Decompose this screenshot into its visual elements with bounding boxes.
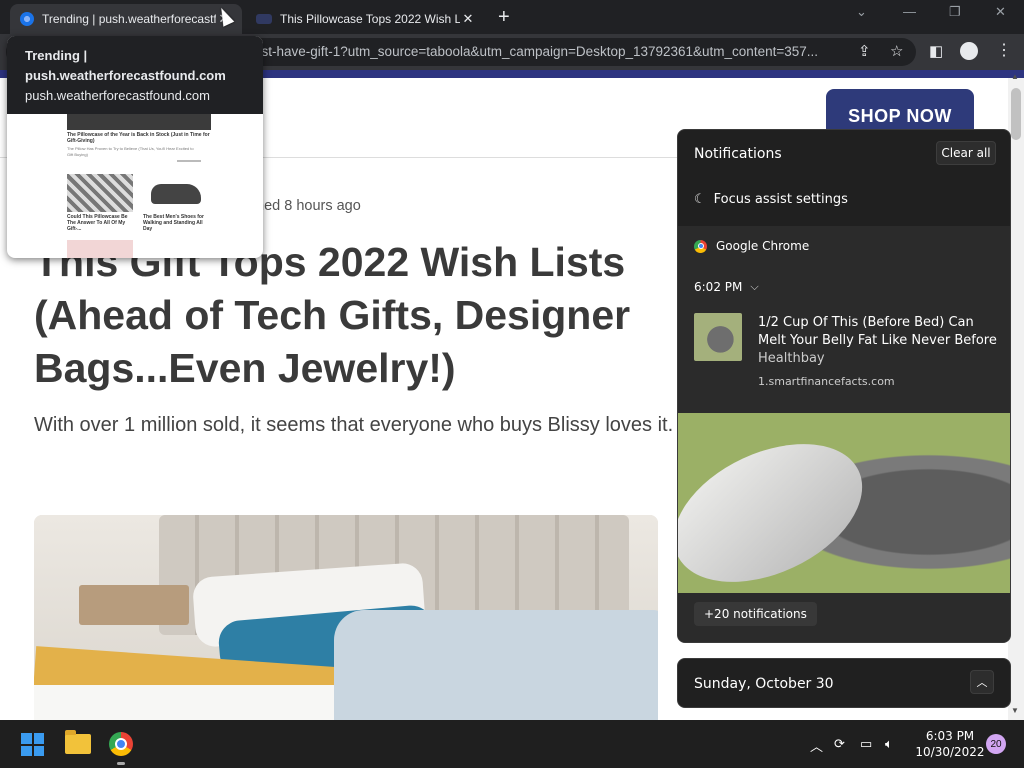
windows-start-icon[interactable] [21, 733, 44, 756]
more-notifications-button[interactable]: +20 notifications [694, 602, 817, 626]
hero-image [34, 515, 658, 720]
chevron-down-icon: ⌵ [750, 280, 759, 293]
window-close-button[interactable]: ✕ [995, 4, 1006, 20]
running-indicator [117, 762, 125, 765]
published-time: hed 8 hours ago [256, 198, 361, 214]
tab-hover-card: Trending | push.weatherforecastfound.com… [7, 36, 263, 258]
display-icon[interactable]: ▭ [860, 736, 872, 752]
notification-badge[interactable]: 20 [986, 734, 1006, 754]
file-explorer-icon[interactable] [65, 730, 91, 754]
tab-title: Trending | push.weatherforecastfound.com [42, 12, 216, 26]
clock-time: 6:03 PM [925, 729, 975, 743]
star-icon[interactable]: ☆ [890, 42, 903, 60]
chrome-notification-group: Google Chrome 6:02 PM ⌵ 1/2 Cup Of This … [678, 227, 1010, 642]
notification-title[interactable]: 1/2 Cup Of This (Before Bed) Can Melt Yo… [758, 314, 1002, 350]
clock-date: 10/30/2022 [915, 745, 985, 759]
tab-search-icon[interactable]: ⌄ [856, 4, 867, 20]
preview-card-2: The Best Men's Shoes for Walking and Sta… [143, 214, 204, 232]
scroll-up-icon[interactable]: ▲ [1011, 72, 1019, 81]
url-text: ust-have-gift-1?utm_source=taboola&utm_c… [254, 44, 818, 59]
clock[interactable]: 6:03 PM 10/30/2022 [915, 728, 985, 760]
moon-icon: ☾ [694, 192, 706, 207]
notification-url: 1.smartfinancefacts.com [758, 375, 895, 388]
site-favicon-icon [256, 14, 272, 24]
restore-button[interactable]: ❐ [949, 4, 961, 20]
hover-card-domain: push.weatherforecastfound.com [25, 88, 210, 103]
focus-assist-link[interactable]: ☾ Focus assist settings [694, 192, 848, 207]
article-headline: This Gift Tops 2022 Wish Lists (Ahead of… [34, 239, 631, 391]
notification-image[interactable] [678, 413, 1010, 610]
side-panel-icon[interactable]: ◧ [929, 42, 943, 60]
clear-all-button[interactable]: Clear all [936, 141, 996, 165]
notification-time: 6:02 PM [694, 280, 743, 294]
preview-card-1: Could This Pillowcase Be The Answer To A… [67, 214, 128, 232]
close-icon[interactable]: ✕ [460, 11, 476, 27]
notifications-header: Notifications [694, 146, 782, 162]
profile-icon[interactable] [960, 42, 978, 60]
tab-trending[interactable]: Trending | push.weatherforecastfound.com… [10, 4, 242, 34]
hover-card-title: Trending | [25, 48, 88, 63]
article-subhead: With over 1 million sold, it seems that … [34, 414, 674, 436]
notification-time-toggle[interactable]: 6:02 PM ⌵ [694, 280, 759, 294]
chevron-up-icon[interactable]: ︿ [810, 736, 823, 755]
taskbar: ︿ ⟳ ▭ 🔈︎ 6:03 PM 10/30/2022 20 [0, 720, 1024, 768]
scroll-down-icon[interactable]: ▼ [1011, 706, 1019, 715]
volume-icon[interactable]: 🔈︎ [885, 736, 893, 752]
app-name: Google Chrome [716, 239, 810, 253]
calendar-panel: Sunday, October 30 ︿ [677, 658, 1011, 708]
share-icon[interactable]: ⇪ [858, 42, 871, 60]
new-tab-button[interactable]: + [498, 6, 510, 29]
minimize-button[interactable]: — [903, 4, 916, 19]
notification-center: Notifications Clear all ☾ Focus assist s… [677, 129, 1011, 643]
app-header: Google Chrome [694, 239, 809, 253]
chrome-icon [694, 239, 707, 253]
preview-headline: The Pillowcase of the Year is Back in St… [67, 132, 210, 144]
menu-icon[interactable]: ⋮ [996, 40, 1012, 60]
sync-icon[interactable]: ⟳ [834, 736, 845, 752]
tab-strip: Trending | push.weatherforecastfound.com… [0, 0, 1024, 34]
notification-source: Healthbay [758, 351, 825, 366]
chevron-up-icon[interactable]: ︿ [970, 670, 994, 694]
calendar-date: Sunday, October 30 [694, 676, 834, 692]
hover-card-title-line2: push.weatherforecastfound.com [25, 68, 226, 83]
chrome-taskbar-icon[interactable] [109, 732, 133, 756]
notification-thumbnail [694, 313, 742, 361]
tab-title: This Pillowcase Tops 2022 Wish Lists [280, 12, 460, 26]
hover-card-header: Trending | push.weatherforecastfound.com… [7, 36, 263, 114]
tab-pillowcase[interactable]: This Pillowcase Tops 2022 Wish Lists ✕ [246, 4, 486, 34]
globe-favicon-icon [20, 12, 34, 26]
focus-assist-label: Focus assist settings [713, 192, 848, 207]
hover-card-preview: The Pillowcase of the Year is Back in St… [67, 114, 211, 258]
preview-subtext: The Pillow Has Proven to Try to Believe … [67, 146, 194, 157]
scroll-thumb[interactable] [1011, 88, 1021, 140]
